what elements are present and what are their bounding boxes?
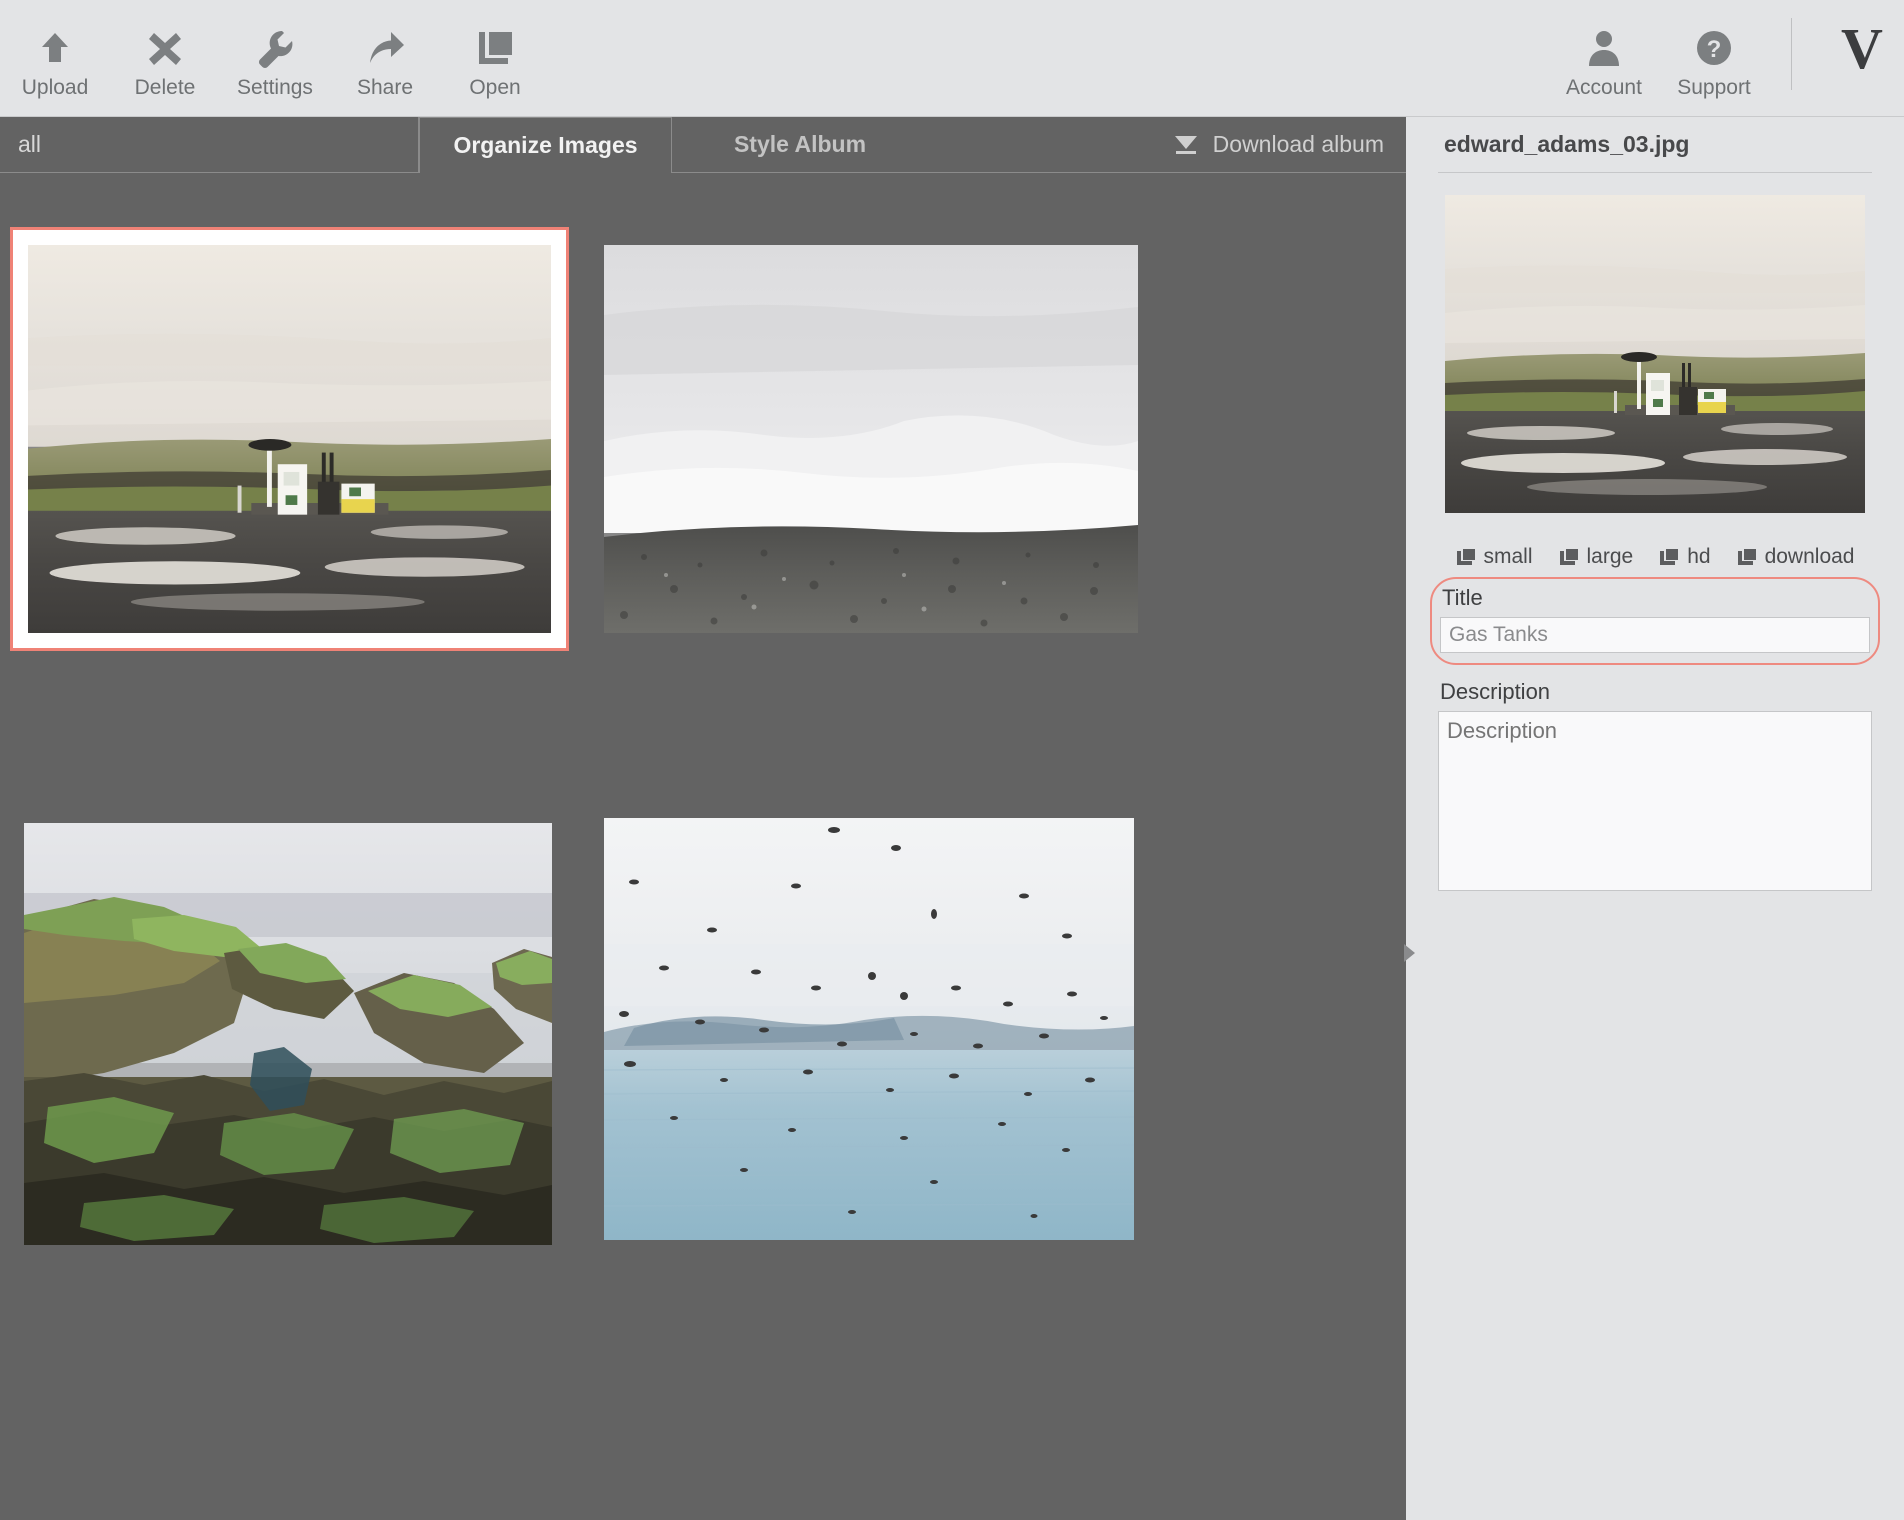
windows-copy-icon [1659,548,1679,566]
tab-organize-images[interactable]: Organize Images [419,117,672,173]
download-album-button[interactable]: Download album [928,117,1406,173]
share-arrow-icon [362,25,408,71]
size-link-small[interactable]: small [1456,545,1533,569]
upload-button[interactable]: Upload [0,0,110,110]
settings-label: Settings [237,75,313,99]
delete-label: Delete [134,75,196,99]
question-circle-icon: ? [1691,25,1737,71]
delete-button[interactable]: Delete [110,0,220,110]
gallery-item[interactable] [604,818,1134,1240]
thumbnail-volcanic-plain [604,245,1138,633]
selection-mat [21,238,558,640]
support-label: Support [1677,75,1751,99]
tab-style-label: Style Album [733,131,867,157]
open-windows-icon [472,25,518,71]
size-link-hd-label: hd [1687,545,1711,568]
sidebar-preview-wrap [1438,195,1872,513]
toolbar-divider [1791,18,1792,90]
thumbnail-birds-ocean [604,818,1134,1240]
upload-arrow-icon [32,25,78,71]
x-cross-icon [142,25,188,71]
share-label: Share [356,75,414,99]
description-label: Description [1440,679,1551,704]
tab-all[interactable]: all [0,117,419,173]
toolbar-right-group: Account ? Support V [1549,0,1904,117]
download-album-label: Download album [1212,131,1384,157]
open-button[interactable]: Open [440,0,550,110]
account-label: Account [1566,75,1642,99]
sidebar-preview-image[interactable] [1445,195,1865,513]
person-icon [1581,25,1627,71]
tab-organize-label: Organize Images [453,132,638,158]
open-label: Open [469,75,521,99]
size-link-download-label: download [1764,545,1855,568]
thumbnail-gas-station [28,245,551,633]
size-link-large-label: large [1586,545,1634,568]
top-toolbar: Upload Delete Settings Share Open Accoun… [0,0,1904,117]
tab-style-album[interactable]: Style Album [672,117,928,173]
gallery-item[interactable] [604,245,1138,633]
title-field-group: Title [1430,577,1880,665]
upload-label: Upload [21,75,89,99]
tab-bar: all Organize Images Style Album Download… [0,117,1406,173]
thumbnail-sea-cliffs [24,823,552,1245]
svg-text:?: ? [1707,36,1722,63]
toolbar-left-group: Upload Delete Settings Share Open [0,0,550,117]
gallery-item-selected[interactable] [10,227,569,651]
description-textarea[interactable] [1438,711,1872,891]
size-link-large[interactable]: large [1559,545,1634,569]
brand-logo: V [1841,15,1883,81]
gallery-content [0,173,1406,1520]
download-triangle-icon [1173,134,1199,156]
settings-button[interactable]: Settings [220,0,330,110]
windows-copy-icon [1559,548,1579,566]
details-sidebar: edward_adams_03.jpg small large hd downl… [1406,117,1904,1520]
title-input[interactable] [1440,617,1870,653]
description-field-group: Description [1438,679,1872,896]
wrench-icon [252,25,298,71]
gallery-item[interactable] [24,823,552,1245]
support-button[interactable]: ? Support [1659,0,1769,110]
windows-copy-icon [1737,548,1757,566]
triangle-right-icon [1402,943,1416,963]
panel-collapse-handle[interactable] [1398,940,1420,966]
tab-all-label: all [18,131,42,157]
size-link-small-label: small [1483,545,1533,568]
size-link-hd[interactable]: hd [1659,545,1711,569]
size-link-download[interactable]: download [1737,545,1855,569]
share-button[interactable]: Share [330,0,440,110]
account-button[interactable]: Account [1549,0,1659,110]
windows-copy-icon [1456,548,1476,566]
image-grid [0,173,1406,1520]
title-label: Title [1442,585,1483,610]
sidebar-filename: edward_adams_03.jpg [1438,117,1872,173]
image-size-links: small large hd download [1438,545,1872,569]
